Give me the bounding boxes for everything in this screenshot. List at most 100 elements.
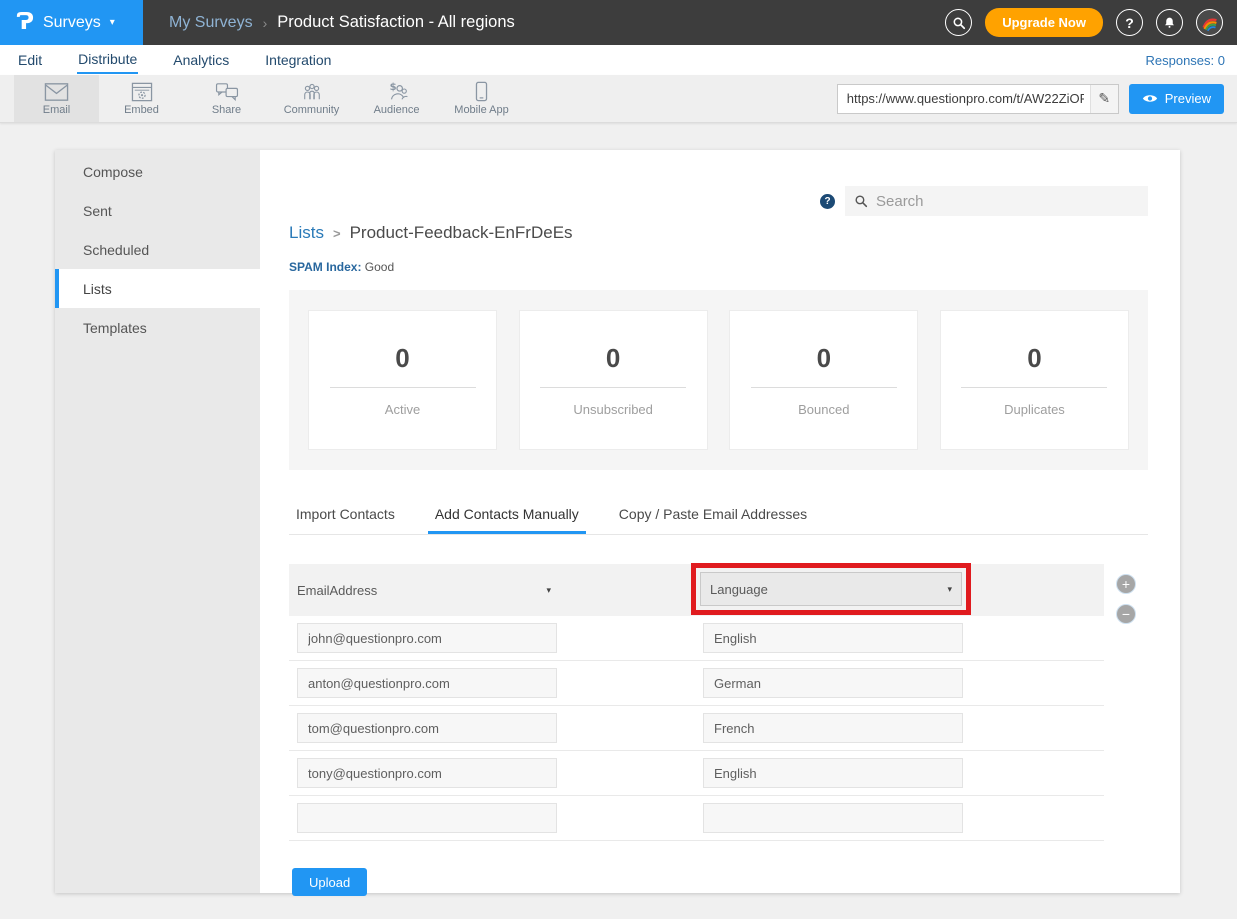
sidebar-item-templates[interactable]: Templates	[55, 308, 260, 347]
svg-text:$: $	[390, 82, 397, 93]
tab-distribute[interactable]: Distribute	[77, 47, 138, 74]
bell-icon	[1163, 16, 1176, 29]
stat-card-duplicates: 0 Duplicates	[940, 310, 1129, 450]
stat-value: 0	[395, 343, 409, 374]
contact-row	[289, 706, 1104, 751]
language-input-row-2[interactable]	[703, 668, 963, 698]
upgrade-now-button[interactable]: Upgrade Now	[985, 8, 1103, 37]
caret-down-icon: ▾	[947, 584, 952, 595]
toolbar-item-label: Email	[43, 104, 71, 116]
contact-row	[289, 661, 1104, 706]
toolbar-item-email[interactable]: Email	[14, 75, 99, 122]
breadcrumb-my-surveys[interactable]: My Surveys	[169, 14, 253, 32]
language-column-dropdown[interactable]: Language ▾	[700, 572, 962, 606]
lists-breadcrumb: Lists > Product-Feedback-EnFrDeEs	[289, 223, 1148, 243]
search-button[interactable]	[945, 9, 972, 36]
sidebar-item-compose[interactable]: Compose	[55, 152, 260, 191]
survey-url-box: ✎	[837, 84, 1119, 114]
email-sidebar: Compose Sent Scheduled Lists Templates	[55, 150, 260, 893]
sidebar-item-lists[interactable]: Lists	[55, 269, 260, 308]
contact-row	[289, 751, 1104, 796]
toolbar-item-share[interactable]: Share	[184, 75, 269, 122]
email-input-row-4[interactable]	[297, 758, 557, 788]
toolbar-item-audience[interactable]: $ Audience	[354, 75, 439, 122]
responses-count[interactable]: Responses: 0	[1146, 53, 1226, 68]
stat-label: Unsubscribed	[573, 402, 653, 417]
toolbar-item-label: Mobile App	[454, 104, 508, 116]
topbar-actions: Upgrade Now ?	[945, 0, 1237, 45]
lists-card: Compose Sent Scheduled Lists Templates ?…	[55, 150, 1180, 893]
remove-row-button[interactable]: −	[1116, 604, 1136, 624]
stat-value: 0	[1027, 343, 1041, 374]
notifications-button[interactable]	[1156, 9, 1183, 36]
community-icon	[300, 82, 324, 102]
tab-analytics[interactable]: Analytics	[172, 48, 230, 73]
stat-card-active: 0 Active	[308, 310, 497, 450]
contact-row	[289, 616, 1104, 661]
lists-breadcrumb-link[interactable]: Lists	[289, 223, 324, 243]
questionpro-logo-icon: Ɂ	[16, 11, 34, 34]
share-icon	[215, 82, 239, 102]
sidebar-item-sent[interactable]: Sent	[55, 191, 260, 230]
survey-url-input[interactable]	[838, 85, 1090, 113]
list-search-box	[845, 186, 1148, 216]
breadcrumb-separator-icon: ›	[263, 15, 268, 31]
language-input-row-4[interactable]	[703, 758, 963, 788]
add-row-button[interactable]: +	[1116, 574, 1136, 594]
language-input-row-5[interactable]	[703, 803, 963, 833]
spam-index-value: Good	[365, 260, 394, 274]
email-input-row-3[interactable]	[297, 713, 557, 743]
language-input-row-3[interactable]	[703, 713, 963, 743]
breadcrumb-separator-icon: >	[333, 226, 341, 241]
stat-value: 0	[606, 343, 620, 374]
language-input-row-1[interactable]	[703, 623, 963, 653]
email-column-label: EmailAddress	[297, 583, 377, 598]
help-tip-button[interactable]: ?	[820, 194, 835, 209]
minus-icon: −	[1122, 607, 1130, 621]
stat-card-unsubscribed: 0 Unsubscribed	[519, 310, 708, 450]
breadcrumb: My Surveys › Product Satisfaction - All …	[143, 0, 945, 45]
contacts-table: EmailAddress ▾ Language ▾	[289, 564, 1148, 896]
surveys-product-switcher[interactable]: Ɂ Surveys ▾	[0, 0, 143, 45]
divider	[961, 387, 1107, 388]
list-search-input[interactable]	[876, 193, 1139, 210]
email-input-row-5[interactable]	[297, 803, 557, 833]
tab-edit[interactable]: Edit	[17, 48, 43, 73]
toolbar-item-label: Embed	[124, 104, 159, 116]
email-input-row-2[interactable]	[297, 668, 557, 698]
stat-card-bounced: 0 Bounced	[729, 310, 918, 450]
help-button[interactable]: ?	[1116, 9, 1143, 36]
email-input-row-1[interactable]	[297, 623, 557, 653]
row-controls: + −	[1104, 564, 1148, 896]
divider	[751, 387, 897, 388]
search-icon	[952, 16, 966, 30]
content-top-row: ?	[289, 186, 1148, 216]
email-column-dropdown[interactable]: EmailAddress ▾	[297, 583, 557, 598]
audience-icon: $	[384, 82, 409, 102]
edit-url-button[interactable]: ✎	[1090, 85, 1118, 113]
toolbar-item-label: Community	[284, 104, 340, 116]
tab-import-contacts[interactable]: Import Contacts	[289, 500, 402, 534]
contact-row	[289, 796, 1104, 841]
product-name: Surveys	[43, 14, 101, 32]
profile-avatar[interactable]	[1196, 9, 1223, 36]
tab-add-contacts-manually[interactable]: Add Contacts Manually	[428, 500, 586, 534]
stat-label: Bounced	[798, 402, 849, 417]
toolbar-item-embed[interactable]: Embed	[99, 75, 184, 122]
survey-nav: Edit Distribute Analytics Integration Re…	[0, 45, 1237, 75]
divider	[540, 387, 686, 388]
pencil-icon: ✎	[1098, 90, 1110, 107]
upload-button[interactable]: Upload	[292, 868, 367, 896]
toolbar-item-mobile-app[interactable]: Mobile App	[439, 75, 524, 122]
email-icon	[44, 82, 69, 102]
preview-button[interactable]: Preview	[1129, 84, 1224, 114]
sidebar-item-scheduled[interactable]: Scheduled	[55, 230, 260, 269]
contacts-grid: EmailAddress ▾ Language ▾	[289, 564, 1104, 896]
contacts-grid-header: EmailAddress ▾ Language ▾	[289, 564, 1104, 616]
tab-integration[interactable]: Integration	[264, 48, 332, 73]
toolbar-item-community[interactable]: Community	[269, 75, 354, 122]
tab-copy-paste-email-addresses[interactable]: Copy / Paste Email Addresses	[612, 500, 814, 534]
page-background: Compose Sent Scheduled Lists Templates ?…	[0, 124, 1237, 919]
search-icon	[854, 194, 868, 208]
question-icon: ?	[1125, 15, 1134, 31]
